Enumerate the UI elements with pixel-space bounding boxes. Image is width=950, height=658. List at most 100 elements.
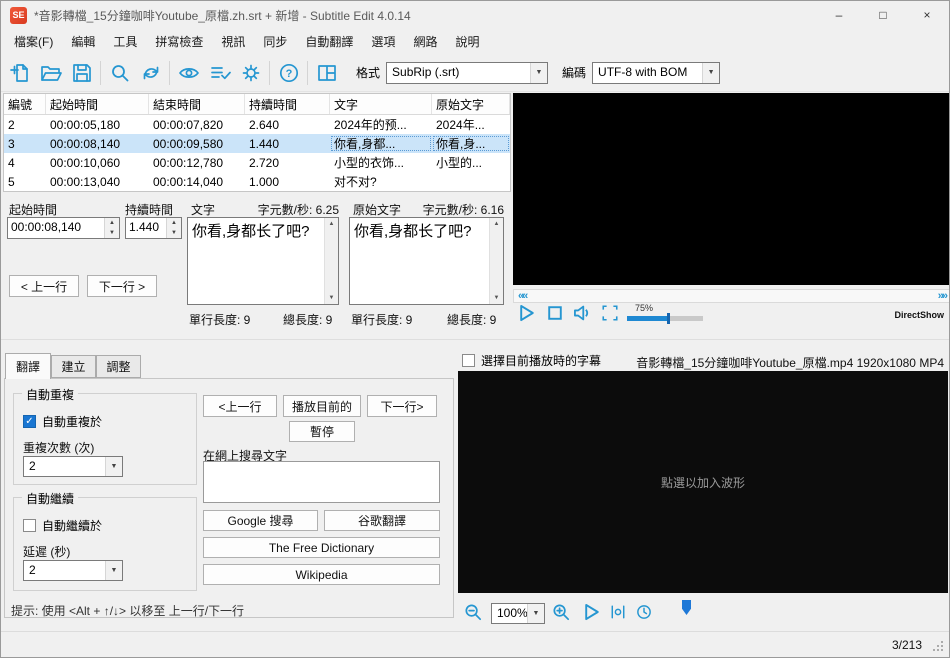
waveform-area[interactable]: 點選以加入波形 <box>458 371 948 593</box>
spin-down-icon[interactable]: ▼ <box>105 228 119 238</box>
web-search-input[interactable] <box>203 461 440 503</box>
menu-file[interactable]: 檔案(F) <box>5 29 62 54</box>
titlebar[interactable]: SE *音影轉檔_15分鐘咖啡Youtube_原檔.zh.srt + 新增 - … <box>1 1 949 29</box>
playback-speed-button[interactable] <box>635 603 653 621</box>
column-header-text[interactable]: 文字 <box>330 94 432 114</box>
scrollbar[interactable]: ▲ ▼ <box>489 218 503 304</box>
menu-edit[interactable]: 編輯 <box>62 29 104 54</box>
prev-line-button[interactable]: < 上一行 <box>9 275 79 297</box>
video-seekbar[interactable]: «« »» <box>513 289 949 303</box>
menu-options[interactable]: 選項 <box>362 29 404 54</box>
fullscreen-button[interactable] <box>601 304 619 322</box>
open-button[interactable] <box>35 58 66 88</box>
find-button[interactable] <box>104 58 135 88</box>
spin-down-icon[interactable]: ▼ <box>167 228 181 238</box>
delay-select[interactable]: 2 ▼ <box>23 560 123 581</box>
next-line-button[interactable]: 下一行 > <box>87 275 157 297</box>
scrollbar[interactable]: ▲ ▼ <box>324 218 338 304</box>
maximize-icon[interactable]: □ <box>861 1 905 29</box>
column-header-end[interactable]: 結束時間 <box>149 94 245 114</box>
spin-up-icon[interactable]: ▲ <box>105 218 119 228</box>
scroll-down-icon[interactable]: ▼ <box>329 292 335 304</box>
zoom-out-button[interactable] <box>463 602 484 623</box>
position-marker[interactable] <box>682 600 691 615</box>
menu-auto-translate[interactable]: 自動翻譯 <box>296 29 362 54</box>
tab-adjust[interactable]: 調整 <box>96 355 141 378</box>
menu-sync[interactable]: 同步 <box>254 29 296 54</box>
help-button[interactable]: ? <box>273 58 304 88</box>
repeat-count-select[interactable]: 2 ▼ <box>23 456 123 477</box>
fix-common-errors-button[interactable] <box>204 58 235 88</box>
chevron-down-icon[interactable]: ▼ <box>527 604 544 623</box>
center-at-cursor-button[interactable] <box>609 603 627 621</box>
mute-button[interactable] <box>573 304 591 322</box>
format-select[interactable]: SubRip (.srt) ▼ <box>386 61 549 84</box>
subtitle-list[interactable]: 編號 起始時間 結束時間 持續時間 文字 原始文字 2 00:00:05,180… <box>3 93 511 192</box>
panel-next-line-button[interactable]: 下一行> <box>367 395 437 417</box>
list-header[interactable]: 編號 起始時間 結束時間 持續時間 文字 原始文字 <box>4 94 510 115</box>
auto-repeat-checkbox[interactable]: ✓ <box>23 415 36 428</box>
auto-continue-checkbox[interactable] <box>23 519 36 532</box>
waveform-zoom-select[interactable]: 100% ▼ <box>491 603 545 624</box>
select-current-subtitle-row[interactable]: 選擇目前播放時的字幕 <box>462 352 601 369</box>
new-button[interactable] <box>4 58 35 88</box>
table-row[interactable]: 2 00:00:05,180 00:00:07,820 2.640 2024年的… <box>4 115 510 134</box>
layout-button[interactable] <box>311 58 342 88</box>
volume-thumb[interactable] <box>667 313 670 324</box>
chevron-down-icon[interactable]: ▼ <box>702 62 720 83</box>
column-header-start[interactable]: 起始時間 <box>46 94 149 114</box>
google-search-button[interactable]: Google 搜尋 <box>203 510 318 531</box>
close-icon[interactable]: × <box>905 1 949 29</box>
auto-continue-checkbox-row[interactable]: 自動繼續於 <box>23 517 102 534</box>
waveform-play-button[interactable] <box>583 603 601 621</box>
column-header-original[interactable]: 原始文字 <box>432 94 510 114</box>
pause-button[interactable]: 暫停 <box>289 421 355 442</box>
visual-sync-button[interactable] <box>173 58 204 88</box>
column-header-number[interactable]: 編號 <box>4 94 46 114</box>
play-current-button[interactable]: 播放目前的 <box>283 395 361 417</box>
tab-create[interactable]: 建立 <box>51 355 96 378</box>
scroll-up-icon[interactable]: ▲ <box>494 218 500 230</box>
resize-grip[interactable] <box>933 641 935 643</box>
seek-left-icon[interactable]: «« <box>514 291 530 302</box>
table-row-selected[interactable]: 3 00:00:08,140 00:00:09,580 1.440 你看,身都.… <box>4 134 510 153</box>
start-time-stepper[interactable]: 00:00:08,140 ▲ ▼ <box>7 217 120 239</box>
scroll-down-icon[interactable]: ▼ <box>494 292 500 304</box>
column-header-duration[interactable]: 持續時間 <box>245 94 330 114</box>
menu-tools[interactable]: 工具 <box>104 29 146 54</box>
eye-icon <box>178 67 199 78</box>
settings-button[interactable] <box>235 58 266 88</box>
save-button[interactable] <box>66 58 97 88</box>
select-current-subtitle-checkbox[interactable] <box>462 354 475 367</box>
text-edit-box[interactable]: 你看,身都长了吧? ▲ ▼ <box>187 217 339 305</box>
minimize-icon[interactable]: – <box>817 1 861 29</box>
chevron-down-icon[interactable]: ▼ <box>105 457 122 476</box>
scroll-up-icon[interactable]: ▲ <box>329 218 335 230</box>
panel-prev-line-button[interactable]: <上一行 <box>203 395 277 417</box>
table-row[interactable]: 5 00:00:13,040 00:00:14,040 1.000 对不对? <box>4 172 510 191</box>
spin-up-icon[interactable]: ▲ <box>167 218 181 228</box>
horizontal-splitter[interactable] <box>1 339 949 340</box>
seek-right-icon[interactable]: »» <box>934 291 949 302</box>
chevron-down-icon[interactable]: ▼ <box>530 62 548 83</box>
duration-stepper[interactable]: 1.440 ▲ ▼ <box>125 217 182 239</box>
volume-slider[interactable] <box>627 313 703 324</box>
wikipedia-button[interactable]: Wikipedia <box>203 564 440 585</box>
google-translate-button[interactable]: 谷歌翻譯 <box>324 510 440 531</box>
play-button[interactable] <box>518 304 536 322</box>
table-row[interactable]: 4 00:00:10,060 00:00:12,780 2.720 小型的衣饰.… <box>4 153 510 172</box>
encoding-select[interactable]: UTF-8 with BOM ▼ <box>592 61 721 84</box>
replace-button[interactable] <box>135 58 166 88</box>
tab-translate[interactable]: 翻譯 <box>5 353 51 379</box>
chevron-down-icon[interactable]: ▼ <box>105 561 122 580</box>
stop-button[interactable] <box>546 304 564 322</box>
menu-help[interactable]: 說明 <box>446 29 488 54</box>
menu-spellcheck[interactable]: 拼寫檢查 <box>146 29 212 54</box>
free-dictionary-button[interactable]: The Free Dictionary <box>203 537 440 558</box>
original-text-edit-box[interactable]: 你看,身都长了吧? ▲ ▼ <box>349 217 504 305</box>
video-display[interactable] <box>513 93 949 285</box>
auto-repeat-checkbox-row[interactable]: ✓ 自動重複於 <box>23 413 102 430</box>
zoom-in-button[interactable] <box>551 602 572 623</box>
menu-video[interactable]: 視訊 <box>212 29 254 54</box>
menu-network[interactable]: 網路 <box>404 29 446 54</box>
